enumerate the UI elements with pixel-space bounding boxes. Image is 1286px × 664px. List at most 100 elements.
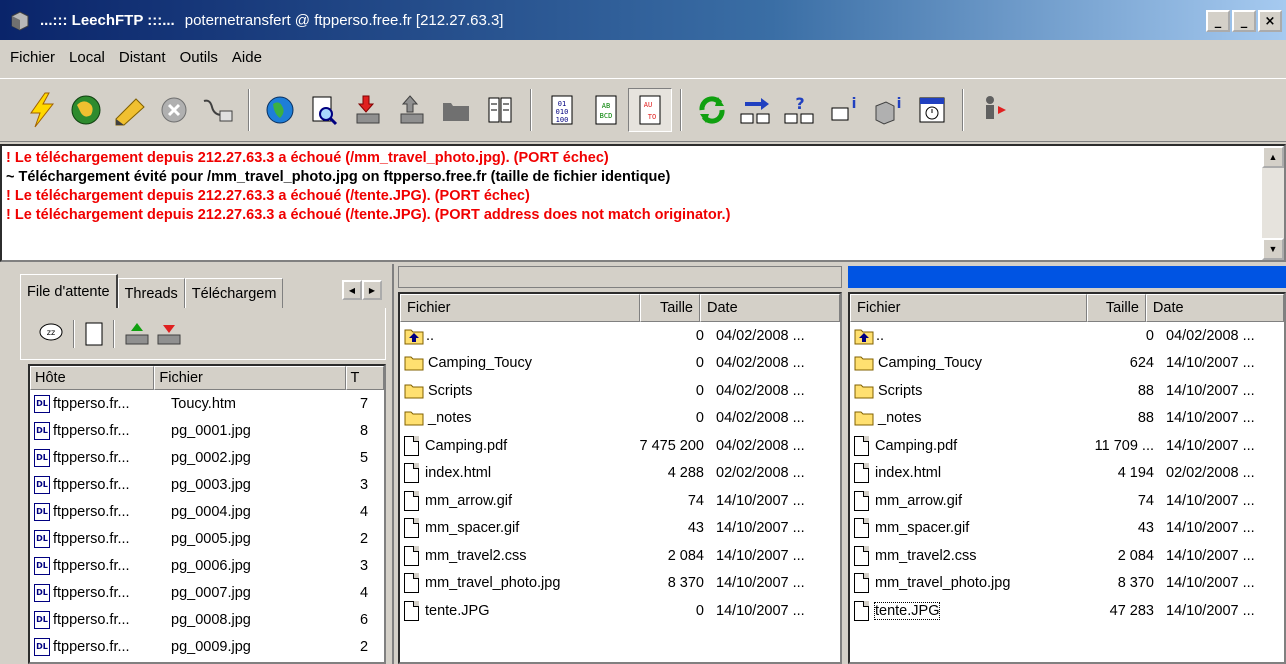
queue-row[interactable]: DL ftpperso.fr... pg_0002.jpg 5	[30, 444, 384, 471]
file-row[interactable]: mm_arrow.gif 74 14/10/2007 ...	[850, 487, 1284, 515]
transfer-button[interactable]	[734, 88, 778, 132]
download-button[interactable]	[346, 88, 390, 132]
abort-button[interactable]	[152, 88, 196, 132]
quick-connect-button[interactable]	[64, 88, 108, 132]
menu-local[interactable]: Local	[69, 49, 105, 66]
view-file-button[interactable]	[302, 88, 346, 132]
binary-mode-button[interactable]: 01 010 100	[540, 88, 584, 132]
queue-upload-icon[interactable]	[123, 321, 151, 347]
disk-info-button[interactable]: i	[866, 88, 910, 132]
info-button[interactable]: i	[822, 88, 866, 132]
column-header-t[interactable]: T	[345, 366, 384, 390]
scroll-up-arrow-icon[interactable]: ▲	[1262, 146, 1284, 168]
edit-button[interactable]	[108, 88, 152, 132]
queue-host-cell: DL ftpperso.fr...	[30, 529, 165, 548]
queue-host: ftpperso.fr...	[53, 422, 130, 439]
queue-row[interactable]: DL ftpperso.fr... pg_0004.jpg 4	[30, 498, 384, 525]
column-header-fichier[interactable]: Fichier	[154, 366, 346, 390]
column-header-fichier[interactable]: Fichier	[850, 294, 1087, 322]
log-scrollbar[interactable]: ▲ ▼	[1262, 146, 1284, 260]
file-row[interactable]: Camping.pdf 7 475 200 04/02/2008 ...	[400, 432, 840, 460]
restore-button[interactable]: _	[1232, 10, 1256, 32]
refresh-button[interactable]	[690, 88, 734, 132]
new-page-icon[interactable]	[83, 321, 105, 347]
file-row[interactable]: mm_arrow.gif 74 14/10/2007 ...	[400, 487, 840, 515]
queue-row[interactable]: DL ftpperso.fr... pg_0007.jpg 4	[30, 579, 384, 606]
queue-row[interactable]: DL ftpperso.fr... pg_0001.jpg 8	[30, 417, 384, 444]
file-date: 14/10/2007 ...	[1166, 602, 1255, 619]
column-header-date[interactable]: Date	[1145, 294, 1284, 322]
new-folder-button[interactable]	[434, 88, 478, 132]
file-icon	[854, 545, 869, 566]
site-manager-button[interactable]	[258, 88, 302, 132]
scroll-down-arrow-icon[interactable]: ▼	[1262, 238, 1284, 260]
file-row[interactable]: index.html 4 194 02/02/2008 ...	[850, 460, 1284, 488]
queue-row[interactable]: DL ftpperso.fr... pg_0006.jpg 3	[30, 552, 384, 579]
file-row[interactable]: _notes 0 04/02/2008 ...	[400, 405, 840, 433]
download-icon	[356, 95, 380, 124]
folder-icon	[854, 356, 874, 371]
file-row[interactable]: Scripts 88 14/10/2007 ...	[850, 377, 1284, 405]
file-row[interactable]: mm_travel2.css 2 084 14/10/2007 ...	[400, 542, 840, 570]
file-name: ..	[426, 327, 435, 344]
menu-aide[interactable]: Aide	[232, 49, 262, 66]
queue-row[interactable]: DL ftpperso.fr... pg_0009.jpg 2	[30, 633, 384, 660]
auto-mode-button[interactable]: AU TO	[628, 88, 672, 132]
tab-scroll-right-icon[interactable]: ▶	[362, 280, 382, 300]
properties-button[interactable]	[478, 88, 522, 132]
column-header-date[interactable]: Date	[700, 294, 840, 322]
file-row[interactable]: .. 0 04/02/2008 ...	[850, 322, 1284, 350]
column-header-taille[interactable]: Taille	[1086, 294, 1146, 322]
column-header-taille[interactable]: Taille	[640, 294, 700, 322]
file-row[interactable]: mm_travel_photo.jpg 8 370 14/10/2007 ...	[850, 570, 1284, 598]
queue-row[interactable]: DL ftpperso.fr... pg_0008.jpg 6	[30, 606, 384, 633]
menu-outils[interactable]: Outils	[180, 49, 218, 66]
file-row[interactable]: _notes 88 14/10/2007 ...	[850, 405, 1284, 433]
exit-button[interactable]	[972, 88, 1016, 132]
queue-row[interactable]: DL ftpperso.fr... pg_0005.jpg 2	[30, 525, 384, 552]
disconnect-button[interactable]	[196, 88, 240, 132]
queue-row[interactable]: DL ftpperso.fr... pg_0003.jpg 3	[30, 471, 384, 498]
menu-fichier[interactable]: Fichier	[10, 49, 55, 66]
svg-text:?: ?	[795, 94, 804, 113]
file-date: 04/02/2008 ...	[1166, 327, 1255, 344]
file-name-cell: mm_travel_photo.jpg	[400, 573, 632, 594]
queue-row[interactable]: DL ftpperso.fr... Toucy.htm 7	[30, 390, 384, 417]
compare-button[interactable]: ?	[778, 88, 822, 132]
column-header-hote[interactable]: Hôte	[30, 366, 155, 390]
tab-threads[interactable]: Threads	[117, 278, 185, 308]
tab-scroll-left-icon[interactable]: ◀	[342, 280, 362, 300]
file-name-cell: mm_spacer.gif	[850, 518, 1082, 539]
queue-t: 6	[360, 611, 369, 628]
svg-text:01: 01	[558, 100, 566, 108]
file-row[interactable]: tente.JPG 47 283 14/10/2007 ...	[850, 597, 1284, 625]
sleep-icon[interactable]: zz	[37, 321, 65, 347]
file-row[interactable]: Camping_Toucy 0 04/02/2008 ...	[400, 350, 840, 378]
queue-panel: File d'attente Threads Téléchargem ◀ ▶ z…	[0, 264, 394, 664]
tab-telechargements[interactable]: Téléchargem	[184, 278, 284, 308]
minimize-button[interactable]: _	[1206, 10, 1230, 32]
queue-download-icon[interactable]	[155, 321, 183, 347]
file-row[interactable]: tente.JPG 0 14/10/2007 ...	[400, 597, 840, 625]
file-icon	[404, 435, 419, 456]
schedule-button[interactable]	[910, 88, 954, 132]
file-row[interactable]: Camping.pdf 11 709 ... 14/10/2007 ...	[850, 432, 1284, 460]
file-row[interactable]: mm_travel2.css 2 084 14/10/2007 ...	[850, 542, 1284, 570]
file-row[interactable]: .. 0 04/02/2008 ...	[400, 322, 840, 350]
log-panel: ! Le téléchargement depuis 212.27.63.3 a…	[0, 144, 1286, 262]
file-size: 2 084	[667, 547, 704, 564]
menu-distant[interactable]: Distant	[119, 49, 166, 66]
close-button[interactable]: ×	[1258, 10, 1282, 32]
file-row[interactable]: Camping_Toucy 624 14/10/2007 ...	[850, 350, 1284, 378]
upload-button[interactable]	[390, 88, 434, 132]
column-header-fichier[interactable]: Fichier	[400, 294, 640, 322]
tab-file-attente[interactable]: File d'attente	[20, 274, 118, 308]
file-date: 14/10/2007 ...	[1166, 520, 1255, 537]
file-row[interactable]: mm_spacer.gif 43 14/10/2007 ...	[400, 515, 840, 543]
connect-button[interactable]	[20, 88, 64, 132]
file-row[interactable]: index.html 4 288 02/02/2008 ...	[400, 460, 840, 488]
file-row[interactable]: Scripts 0 04/02/2008 ...	[400, 377, 840, 405]
file-row[interactable]: mm_spacer.gif 43 14/10/2007 ...	[850, 515, 1284, 543]
file-row[interactable]: mm_travel_photo.jpg 8 370 14/10/2007 ...	[400, 570, 840, 598]
ascii-mode-button[interactable]: AB BCD	[584, 88, 628, 132]
